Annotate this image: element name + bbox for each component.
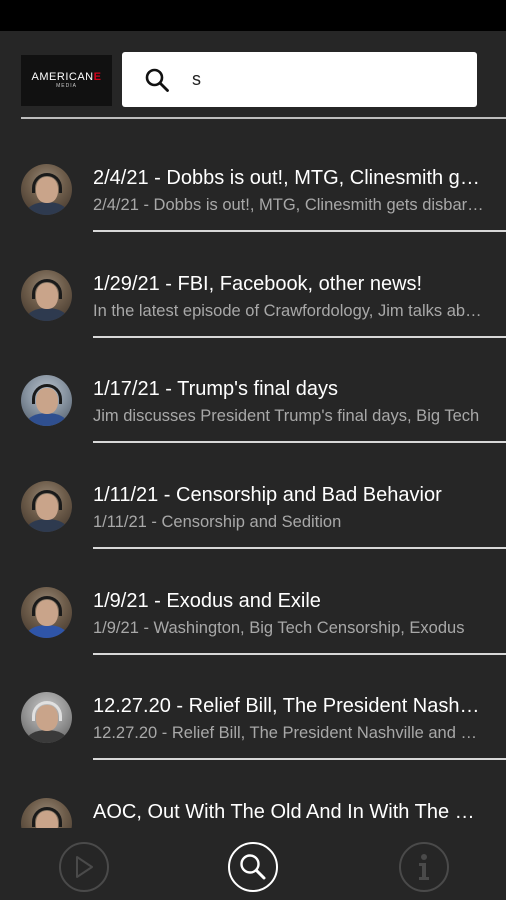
- episode-description: 1/9/21 - Washington, Big Tech Censorship…: [93, 618, 465, 637]
- episode-description: In the latest episode of Crawfordology, …: [93, 301, 485, 320]
- episode-title: 12.27.20 - Relief Bill, The President Na…: [93, 695, 485, 718]
- avatar: [21, 269, 72, 321]
- avatar: [21, 481, 72, 533]
- avatar: [21, 164, 72, 215]
- episode-title: 1/29/21 - FBI, Facebook, other news!: [93, 272, 423, 295]
- list-item[interactable]: AOC, Out With The Old And In With The Ne…: [0, 758, 506, 828]
- episode-title: 1/11/21 - Censorship and Bad Behavior: [93, 484, 442, 507]
- list-item[interactable]: 1/17/21 - Trump's final days Jim discuss…: [0, 335, 506, 444]
- play-icon: [76, 856, 93, 878]
- info-icon: [419, 854, 429, 880]
- episode-title: 1/17/21 - Trump's final days: [93, 378, 339, 401]
- list-item[interactable]: 1/9/21 - Exodus and Exile 1/9/21 - Washi…: [0, 547, 506, 655]
- search-nav-button[interactable]: [228, 842, 278, 892]
- info-button[interactable]: [399, 842, 449, 892]
- search-icon: [240, 854, 266, 880]
- avatar: [21, 798, 72, 828]
- episode-description: Jim discusses President Trump's final da…: [93, 407, 480, 426]
- logo-subtitle: MEDIA: [56, 83, 77, 89]
- list-item[interactable]: 2/4/21 - Dobbs is out!, MTG, Clinesmith …: [0, 124, 506, 232]
- search-input[interactable]: [192, 52, 462, 107]
- search-bar[interactable]: [122, 52, 477, 107]
- episode-title: AOC, Out With The Old And In With The Ne…: [93, 801, 485, 824]
- status-bar: [0, 0, 506, 31]
- list-item[interactable]: 1/11/21 - Censorship and Bad Behavior 1/…: [0, 441, 506, 550]
- list-item[interactable]: 1/29/21 - FBI, Facebook, other news! In …: [0, 230, 506, 338]
- bottom-nav: [0, 828, 506, 900]
- logo-wordmark: AMERICANE: [31, 71, 102, 83]
- avatar: [21, 375, 72, 427]
- avatar: [21, 586, 72, 638]
- episode-title: 1/9/21 - Exodus and Exile: [93, 589, 321, 612]
- play-button[interactable]: [59, 842, 109, 892]
- header-divider: [21, 117, 506, 119]
- episode-description: 12.27.20 - Relief Bill, The President Na…: [93, 724, 485, 743]
- episode-description: 1/11/21 - Censorship and Sedition: [93, 513, 342, 532]
- episode-title: 2/4/21 - Dobbs is out!, MTG, Clinesmith …: [93, 167, 485, 189]
- episode-description: 2/4/21 - Dobbs is out!, MTG, Clinesmith …: [93, 196, 485, 214]
- header: AMERICANE MEDIA: [0, 31, 506, 119]
- list-item[interactable]: 12.27.20 - Relief Bill, The President Na…: [0, 652, 506, 761]
- search-icon[interactable]: [144, 67, 170, 93]
- app-logo: AMERICANE MEDIA: [21, 55, 112, 106]
- episode-list[interactable]: 2/4/21 - Dobbs is out!, MTG, Clinesmith …: [0, 124, 506, 828]
- avatar: [21, 692, 72, 744]
